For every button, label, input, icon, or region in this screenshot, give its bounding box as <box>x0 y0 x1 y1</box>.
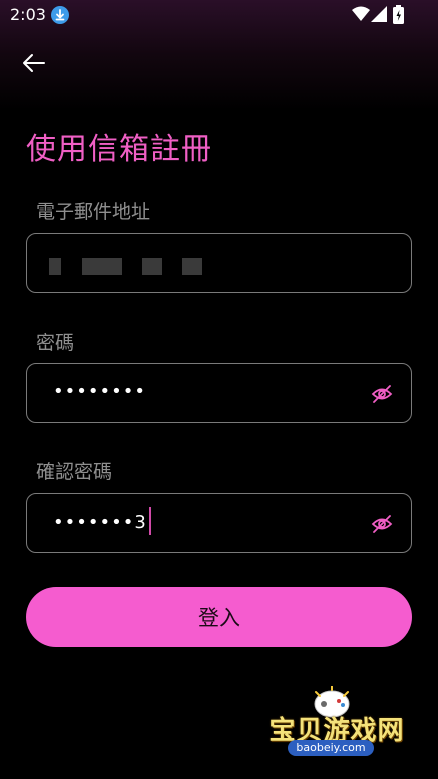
password-field[interactable]: •••••••• <box>26 363 412 423</box>
status-bar: 2:03 <box>0 0 438 30</box>
battery-charging-icon <box>393 5 404 24</box>
email-field[interactable] <box>26 233 412 293</box>
eye-off-icon <box>371 515 393 533</box>
eye-off-icon <box>371 385 393 403</box>
confirm-password-value: •••••••3 <box>53 507 151 535</box>
email-label: 電子郵件地址 <box>36 201 151 223</box>
page-title: 使用信箱註冊 <box>26 132 212 167</box>
confirm-password-visibility-toggle[interactable] <box>371 514 393 534</box>
download-notification-icon <box>51 6 69 24</box>
text-caret <box>148 507 151 535</box>
login-button[interactable]: 登入 <box>26 587 412 647</box>
confirm-password-field[interactable]: •••••••3 <box>26 493 412 553</box>
password-visibility-toggle[interactable] <box>371 384 393 404</box>
cellular-signal-icon <box>371 6 387 22</box>
redacted-block <box>182 258 202 275</box>
password-label: 密碼 <box>36 332 75 354</box>
back-button[interactable] <box>18 48 50 78</box>
password-value: •••••••• <box>53 381 146 402</box>
watermark: 宝贝游戏网 baobeiy.com <box>262 684 412 774</box>
confirm-password-text: •••••••3 <box>53 512 147 533</box>
arrow-left-icon <box>23 54 45 72</box>
wifi-icon <box>352 6 370 21</box>
signup-screen: 2:03 使用信箱註冊 電子郵件地址 密碼 •••••••• 確認密碼 ••••… <box>0 0 438 779</box>
watermark-url: baobeiy.com <box>288 740 374 756</box>
confirm-password-label: 確認密碼 <box>36 461 113 483</box>
redacted-block <box>49 258 61 275</box>
redacted-block <box>82 258 122 275</box>
status-time: 2:03 <box>10 5 46 24</box>
redacted-block <box>142 258 162 275</box>
